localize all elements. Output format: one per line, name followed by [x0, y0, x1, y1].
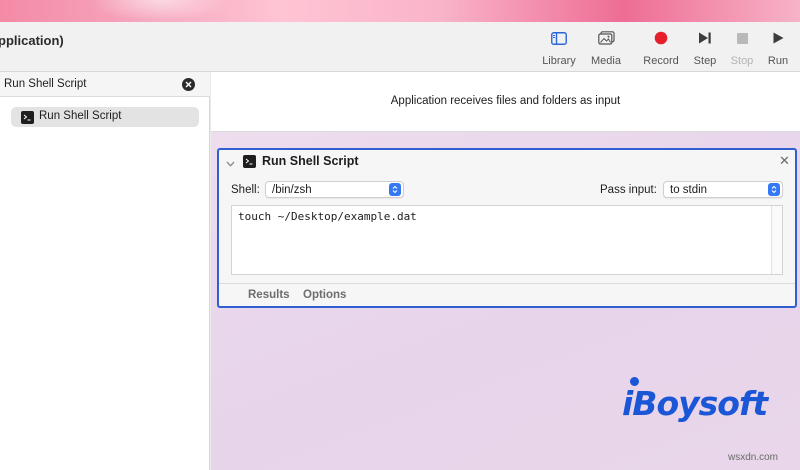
shell-value: /bin/zsh [272, 184, 312, 196]
watermark-site: wsxdn.com [728, 452, 779, 463]
search-result-item[interactable]: Run Shell Script [11, 107, 199, 127]
action-title: Run Shell Script [262, 154, 359, 168]
record-icon [651, 28, 671, 48]
pass-input-select[interactable]: to stdin [663, 181, 783, 198]
results-tab[interactable]: Results [248, 289, 290, 301]
search-result-label: Run Shell Script [39, 110, 122, 122]
sidebar-icon [549, 28, 569, 48]
window-title: pplication) [0, 33, 64, 48]
watermark-logo: iBoysoft [622, 384, 768, 423]
pass-input-value: to stdin [670, 184, 708, 196]
desktop-wallpaper [0, 0, 800, 22]
script-text[interactable]: touch ~/Desktop/example.dat [238, 210, 417, 223]
run-button[interactable]: Run [753, 28, 800, 72]
library-label: Library [542, 55, 576, 67]
workflow-input-header: Application receives files and folders a… [211, 72, 800, 132]
action-library-sidebar: Run Shell Script Run Shell Script [0, 72, 210, 470]
step-icon [695, 28, 715, 48]
pass-input-label: Pass input: [600, 184, 657, 196]
media-button[interactable]: Media [581, 28, 631, 72]
stop-icon [732, 28, 752, 48]
shell-select[interactable]: /bin/zsh [265, 181, 404, 198]
play-icon [768, 28, 788, 48]
toolbar: pplication) Library Media Record Step St… [0, 22, 800, 72]
record-label: Record [643, 55, 679, 67]
clear-search-icon[interactable] [182, 78, 195, 91]
stop-label: Stop [730, 55, 754, 67]
library-button[interactable]: Library [534, 28, 584, 72]
run-shell-script-action[interactable]: Run Shell Script ✕ Shell: /bin/zsh Pass … [217, 148, 797, 308]
record-button[interactable]: Record [636, 28, 686, 72]
select-stepper-icon [768, 183, 780, 196]
run-label: Run [767, 55, 789, 67]
script-scrollbar[interactable] [771, 206, 782, 274]
action-footer-divider [219, 283, 795, 284]
action-search-field[interactable]: Run Shell Script [0, 72, 210, 97]
step-label: Step [693, 55, 717, 67]
close-icon[interactable]: ✕ [779, 153, 790, 169]
terminal-icon [243, 155, 256, 168]
options-tab[interactable]: Options [303, 289, 346, 301]
action-header: Run Shell Script ✕ [219, 150, 795, 174]
search-value[interactable]: Run Shell Script [4, 78, 86, 90]
script-editor[interactable]: touch ~/Desktop/example.dat [231, 205, 783, 275]
collapse-chevron-icon[interactable] [226, 156, 235, 170]
media-label: Media [591, 55, 621, 67]
shell-label: Shell: [231, 184, 260, 196]
terminal-icon [21, 111, 34, 124]
select-stepper-icon [389, 183, 401, 196]
workflow-input-description: Application receives files and folders a… [390, 95, 621, 107]
photos-icon [596, 28, 616, 48]
